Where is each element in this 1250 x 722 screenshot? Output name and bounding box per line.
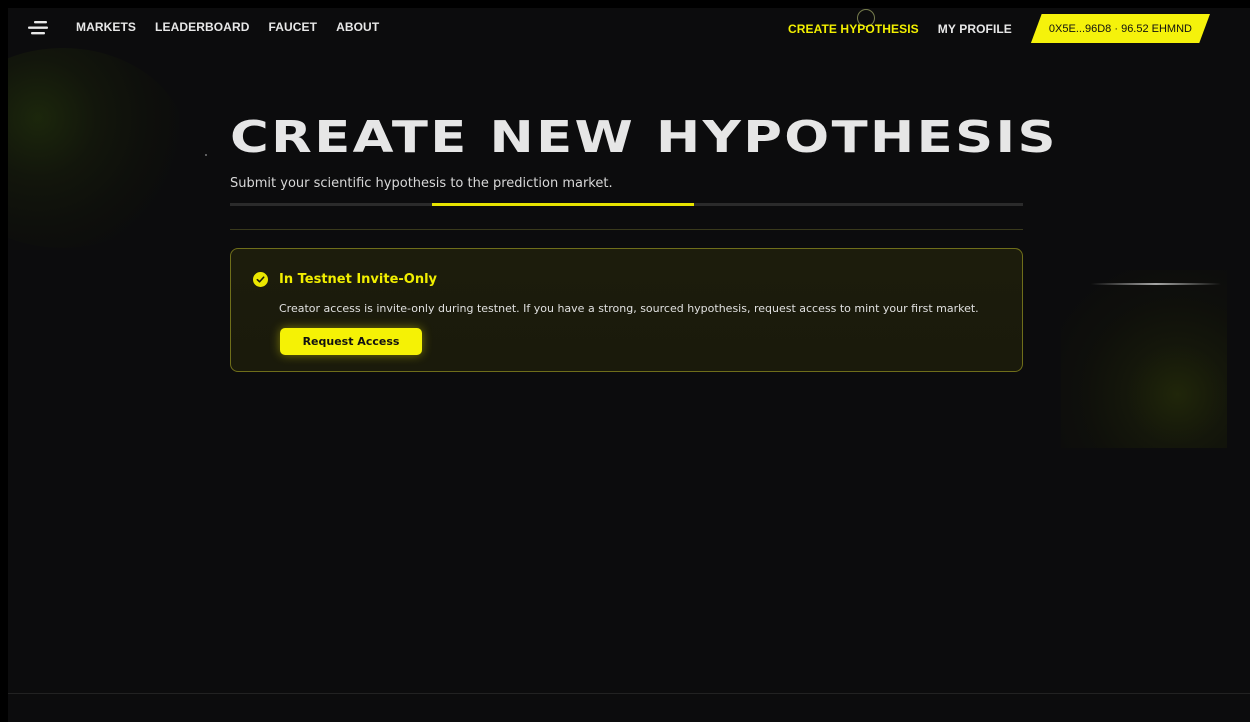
nav-link-create-hypothesis[interactable]: CREATE HYPOTHESIS [788,22,919,36]
decorative-glow-left [8,48,188,248]
notice-header: In Testnet Invite-Only [253,272,437,287]
nav-right: CREATE HYPOTHESIS MY PROFILE 0X5E...96D8… [788,14,1210,43]
check-circle-icon [253,272,268,287]
decorative-glow-right [1061,270,1227,448]
nav-link-faucet[interactable]: FAUCET [268,20,317,34]
notice-title: In Testnet Invite-Only [279,272,438,287]
top-nav: MARKETS LEADERBOARD FAUCET ABOUT CREATE … [8,8,1250,48]
nav-link-markets[interactable]: MARKETS [76,20,136,34]
notice-body: Creator access is invite-only during tes… [279,302,979,315]
page-subtitle: Submit your scientific hypothesis to the… [230,176,613,191]
invite-only-notice: In Testnet Invite-Only Creator access is… [230,248,1023,372]
nav-link-about[interactable]: ABOUT [336,20,379,34]
app-frame: MARKETS LEADERBOARD FAUCET ABOUT CREATE … [8,8,1250,722]
request-access-button[interactable]: Request Access [280,328,422,355]
section-divider [230,229,1023,230]
footer-divider [8,693,1250,694]
page-title: CREATE NEW HYPOTHESIS [230,112,1058,163]
decorative-streak [1091,283,1221,285]
menu-icon[interactable] [28,20,48,36]
progress-fill [432,203,694,206]
nav-link-leaderboard[interactable]: LEADERBOARD [155,20,249,34]
decorative-dot [205,154,207,156]
nav-links: MARKETS LEADERBOARD FAUCET ABOUT [76,20,379,34]
progress-track [230,203,1023,206]
wallet-button[interactable]: 0X5E...96D8 · 96.52 EHMND [1030,14,1210,43]
nav-link-my-profile[interactable]: MY PROFILE [938,22,1012,36]
